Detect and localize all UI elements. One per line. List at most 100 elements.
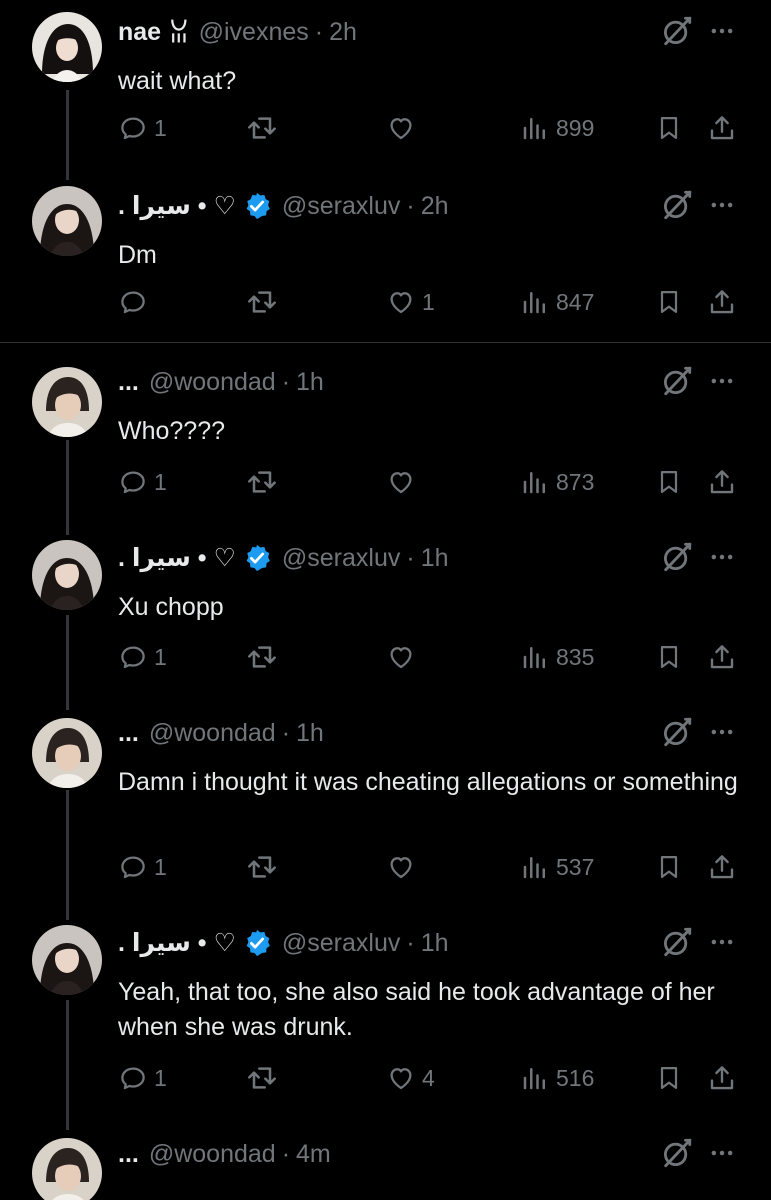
reply-button[interactable]: 1 (118, 1058, 167, 1098)
grok-icon[interactable] (660, 364, 694, 398)
display-name[interactable]: . سيرا • ♡ (118, 928, 236, 958)
tweet[interactable]: ... @woondad · 1h Who???? 1 873 (0, 362, 771, 512)
display-name[interactable]: . سيرا • ♡ (118, 543, 236, 573)
retweet-button[interactable] (246, 108, 278, 148)
more-icon[interactable] (708, 715, 736, 749)
timestamp[interactable]: 2h (329, 18, 357, 47)
timestamp[interactable]: 2h (421, 192, 449, 221)
reply-button[interactable]: 1 (118, 637, 167, 677)
like-button[interactable] (386, 637, 422, 677)
separator-dot: · (281, 718, 291, 747)
views-icon (520, 642, 550, 672)
user-handle[interactable]: @seraxluv (282, 544, 400, 573)
separator-dot: · (406, 543, 415, 572)
views-button[interactable]: 835 (520, 637, 594, 677)
heart-icon (386, 287, 416, 317)
more-icon[interactable] (708, 1136, 736, 1170)
bookmark-button[interactable] (655, 282, 683, 322)
share-button[interactable] (707, 108, 737, 148)
display-name[interactable]: nae (118, 18, 161, 47)
more-icon[interactable] (708, 364, 736, 398)
tweet[interactable]: . سيرا • ♡ @seraxluv · 1h Xu chopp 1 835 (0, 538, 771, 688)
display-name[interactable]: ... (118, 368, 139, 397)
retweet-button[interactable] (246, 637, 278, 677)
avatar[interactable] (32, 718, 102, 788)
views-button[interactable]: 847 (520, 282, 594, 322)
view-count: 835 (556, 643, 595, 670)
display-name[interactable]: ... (118, 719, 139, 748)
avatar[interactable] (32, 12, 102, 82)
grok-icon[interactable] (660, 540, 694, 574)
bookmark-icon (655, 642, 683, 672)
retweet-button[interactable] (246, 462, 278, 502)
tweet[interactable]: . سيرا • ♡ @seraxluv · 2h Dm 1 847 (0, 186, 771, 336)
views-button[interactable]: 873 (520, 462, 594, 502)
share-button[interactable] (707, 637, 737, 677)
bookmark-button[interactable] (655, 1058, 683, 1098)
like-button[interactable] (386, 108, 422, 148)
reply-button[interactable] (118, 282, 154, 322)
user-handle[interactable]: @woondad (149, 1140, 276, 1169)
reply-button[interactable]: 1 (118, 847, 167, 887)
action-bar: 1 537 (0, 847, 771, 887)
timestamp[interactable]: 1h (296, 719, 324, 748)
share-button[interactable] (707, 462, 737, 502)
retweet-icon (246, 466, 278, 498)
views-button[interactable]: 899 (520, 108, 594, 148)
grok-icon[interactable] (660, 925, 694, 959)
timestamp[interactable]: 1h (421, 544, 449, 573)
tweet-header: . سيرا • ♡ @seraxluv · 1h (118, 538, 449, 578)
like-button[interactable]: 1 (386, 282, 435, 322)
grok-icon[interactable] (660, 1136, 694, 1170)
tweet[interactable]: ... @woondad · 1h Damn i thought it was … (0, 713, 771, 903)
like-button[interactable]: 4 (386, 1058, 435, 1098)
timestamp[interactable]: 1h (421, 929, 449, 958)
grok-icon[interactable] (660, 715, 694, 749)
user-handle[interactable]: @woondad (149, 368, 276, 397)
share-button[interactable] (707, 1058, 737, 1098)
user-handle[interactable]: @seraxluv (282, 192, 400, 221)
retweet-button[interactable] (246, 1058, 278, 1098)
tweet[interactable]: ... @woondad · 4m (0, 1134, 771, 1200)
tweet[interactable]: . سيرا • ♡ @seraxluv · 1h Yeah, that too… (0, 923, 771, 1113)
user-handle[interactable]: @seraxluv (282, 929, 400, 958)
avatar[interactable] (32, 1138, 102, 1200)
retweet-button[interactable] (246, 847, 278, 887)
user-handle[interactable]: @woondad (149, 719, 276, 748)
share-icon (707, 113, 737, 143)
display-name-symbol: ꈍ (169, 19, 189, 48)
avatar[interactable] (32, 925, 102, 995)
heart-icon (386, 1063, 416, 1093)
avatar[interactable] (32, 186, 102, 256)
like-button[interactable] (386, 462, 422, 502)
views-button[interactable]: 537 (520, 847, 594, 887)
reply-button[interactable]: 1 (118, 462, 167, 502)
action-bar: 1 899 (0, 108, 771, 148)
grok-icon[interactable] (660, 188, 694, 222)
grok-icon[interactable] (660, 14, 694, 48)
views-button[interactable]: 516 (520, 1058, 594, 1098)
like-button[interactable] (386, 847, 422, 887)
bookmark-button[interactable] (655, 637, 683, 677)
bookmark-button[interactable] (655, 108, 683, 148)
retweet-button[interactable] (246, 282, 278, 322)
more-icon[interactable] (708, 14, 736, 48)
avatar[interactable] (32, 540, 102, 610)
timestamp[interactable]: 4m (296, 1140, 331, 1169)
reply-button[interactable]: 1 (118, 108, 167, 148)
timestamp[interactable]: 1h (296, 368, 324, 397)
share-button[interactable] (707, 282, 737, 322)
more-icon[interactable] (708, 925, 736, 959)
more-icon[interactable] (708, 540, 736, 574)
bookmark-button[interactable] (655, 847, 683, 887)
tweet[interactable]: nae ꈍ @ivexnes · 2h wait what? 1 899 (0, 12, 771, 162)
avatar[interactable] (32, 367, 102, 437)
user-handle[interactable]: @ivexnes (199, 18, 309, 47)
share-button[interactable] (707, 847, 737, 887)
bookmark-button[interactable] (655, 462, 683, 502)
more-icon[interactable] (708, 188, 736, 222)
display-name[interactable]: ... (118, 1140, 139, 1169)
display-name[interactable]: . سيرا • ♡ (118, 191, 236, 221)
bookmark-icon (655, 1063, 683, 1093)
action-bar: 1 4 516 (0, 1058, 771, 1098)
